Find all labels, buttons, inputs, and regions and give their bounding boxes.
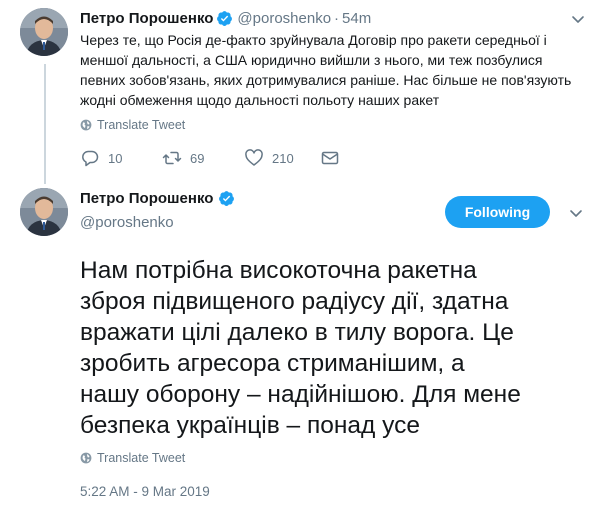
heart-icon [244, 148, 264, 168]
tweet1-text-line: меншої дальності, а США юридично вийшли … [80, 52, 543, 68]
tweet1-text: Через те, що Росія де-факто зруйнувала Д… [80, 30, 580, 110]
verified-badge-icon [218, 190, 235, 207]
tweet1-author-name[interactable]: Петро Порошенко [80, 10, 213, 27]
retweet-button[interactable]: 69 [162, 148, 204, 168]
tweet2-author-name[interactable]: Петро Порошенко [80, 190, 213, 207]
tweet1-header: Петро Порошенко @poroshenko · 54m [80, 8, 371, 28]
like-count: 210 [272, 150, 294, 166]
tweet2-text-line: нашу оборону – надійнішою. Для мене [80, 381, 521, 408]
tweet2-text-line: безпека українців – понад усе [80, 412, 420, 439]
verified-badge-icon [216, 10, 233, 27]
chevron-down-icon[interactable] [568, 205, 584, 221]
tweet2-timestamp[interactable]: 5:22 AM - 9 Mar 2019 [80, 484, 210, 499]
thread-connector-line [44, 64, 46, 184]
tweet2-author-handle[interactable]: @poroshenko [80, 214, 174, 231]
translate-tweet-link[interactable]: Translate Tweet [80, 451, 185, 465]
tweet2-text-line: Нам потрібна високоточна ракетна [80, 257, 477, 284]
tweet1-text-line: жодні обмеження щодо дальності польоту н… [80, 92, 440, 108]
tweet2-text: Нам потрібна високоточна ракетна зброя п… [80, 255, 590, 441]
translate-tweet-label: Translate Tweet [97, 451, 186, 465]
tweet2-text-line: зробить агресора стриманішим, а [80, 350, 465, 377]
translate-tweet-label: Translate Tweet [97, 118, 186, 132]
tweet1-author-handle[interactable]: @poroshenko [237, 10, 331, 27]
avatar[interactable] [20, 8, 68, 56]
avatar[interactable] [20, 188, 68, 236]
direct-message-button[interactable] [320, 148, 348, 168]
globe-icon [80, 452, 92, 464]
retweet-icon [162, 148, 182, 168]
tweet1-timestamp[interactable]: 54m [342, 10, 371, 27]
reply-icon [80, 148, 100, 168]
tweet1-text-line: певних зобов'язань, яких дотримувалися р… [80, 72, 572, 88]
tweet1-action-bar: 10 69 210 [80, 148, 350, 168]
avatar-photo-icon [20, 8, 68, 56]
avatar-photo-icon [20, 188, 68, 236]
separator-dot: · [334, 9, 340, 27]
tweet2-author-name-row[interactable]: Петро Порошенко [80, 190, 235, 207]
tweet2-text-line: вражати цілі далеко в тилу ворога. Це [80, 319, 514, 346]
globe-icon [80, 119, 92, 131]
reply-button[interactable]: 10 [80, 148, 122, 168]
translate-tweet-link[interactable]: Translate Tweet [80, 118, 185, 132]
reply-count: 10 [108, 150, 123, 166]
retweet-count: 69 [190, 150, 205, 166]
tweet2-text-line: зброя підвищеного радіусу дії, здатна [80, 288, 509, 315]
tweet1-text-line: Через те, що Росія де-факто зруйнувала Д… [80, 32, 547, 48]
chevron-down-icon[interactable] [570, 11, 586, 27]
like-button[interactable]: 210 [244, 148, 294, 168]
following-button[interactable]: Following [445, 196, 550, 228]
direct-message-icon [320, 148, 340, 168]
